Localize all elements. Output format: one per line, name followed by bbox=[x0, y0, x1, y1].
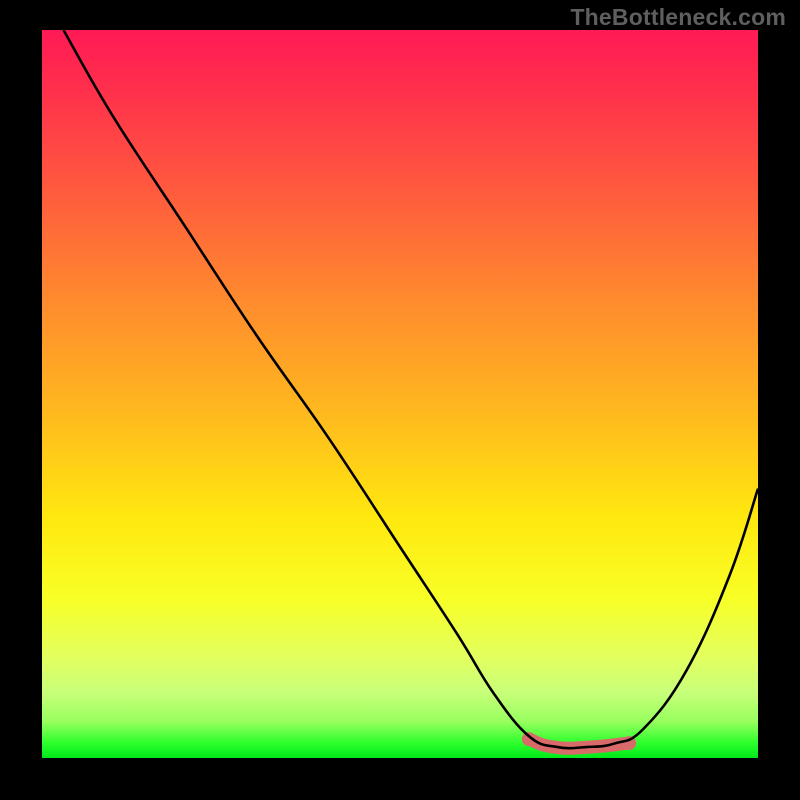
bottleneck-curve-line bbox=[63, 30, 758, 748]
plot-area bbox=[42, 30, 758, 758]
watermark-text: TheBottleneck.com bbox=[570, 4, 786, 31]
chart-frame: TheBottleneck.com bbox=[0, 0, 800, 800]
bottleneck-curve-svg bbox=[42, 30, 758, 758]
